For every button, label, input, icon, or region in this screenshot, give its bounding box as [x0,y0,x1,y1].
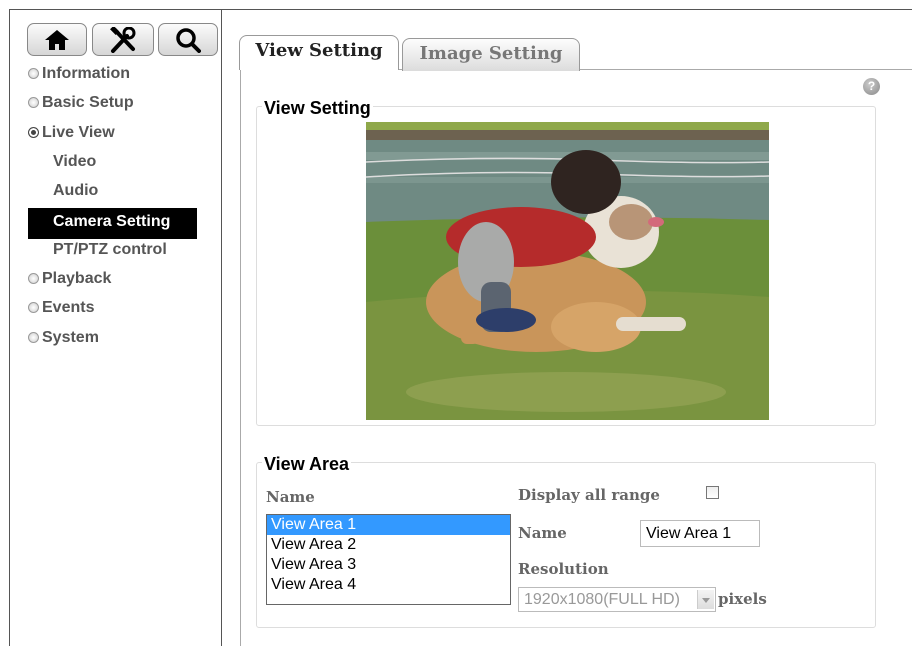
view-area-legend: View Area [262,454,352,474]
view-area-option[interactable]: View Area 3 [267,555,510,575]
chevron-down-icon [697,590,714,609]
sidebar-item-system[interactable]: System [28,326,213,355]
sidebar-divider [221,9,222,646]
sidebar-item-label: Audio [53,182,99,200]
sidebar-item-live-view[interactable]: Live View [28,121,213,150]
view-area-option[interactable]: View Area 2 [267,535,510,555]
view-area-option[interactable]: View Area 1 [267,515,510,535]
search-icon [176,27,201,53]
tab-view-setting[interactable]: View Setting [239,35,399,70]
bullet-icon [28,302,39,314]
bullet-open-icon [28,126,39,138]
sidebar-item-camera-setting[interactable]: Camera Setting [28,208,213,240]
sidebar-item-information[interactable]: Information [28,62,213,91]
resolution-label: Resolution [518,560,609,578]
bullet-icon [28,331,39,343]
area-name-label: Name [518,524,567,542]
camera-preview-image[interactable] [366,122,769,420]
home-button[interactable] [27,23,87,56]
sidebar-item-label: Video [53,152,97,170]
display-all-range-checkbox[interactable] [706,486,719,499]
sidebar-item-events[interactable]: Events [28,296,213,325]
sidebar-item-video[interactable]: Video [28,150,213,179]
frame-top-border [9,9,912,10]
view-area-listbox[interactable]: View Area 1 View Area 2 View Area 3 View… [266,514,511,605]
resolution-value: 1920x1080(FULL HD) [524,591,680,608]
sidebar-item-playback[interactable]: Playback [28,267,213,296]
view-area-option[interactable]: View Area 4 [267,575,510,595]
sidebar-item-label: Live View [42,123,115,141]
bullet-icon [28,273,39,285]
help-icon[interactable]: ? [863,78,880,95]
sidebar-item-basic-setup[interactable]: Basic Setup [28,91,213,120]
camera-preview-picture [366,122,769,420]
search-button[interactable] [158,23,218,56]
display-all-range-label: Display all range [518,486,660,504]
resolution-unit: pixels [718,590,767,608]
sidebar-item-label: Events [42,299,95,317]
sidebar-item-audio[interactable]: Audio [28,179,213,208]
sidebar-item-label: Camera Setting [28,208,198,240]
view-setting-legend: View Setting [262,98,373,118]
sidebar-item-ptz-control[interactable]: PT/PTZ control [28,238,213,267]
sidebar-item-label: PT/PTZ control [53,240,167,258]
area-name-input[interactable]: View Area 1 [640,520,760,547]
sidebar-nav: Information Basic Setup Live View Video … [28,62,213,355]
home-icon [45,29,69,50]
frame-left-border [9,9,10,646]
bullet-icon [28,68,39,79]
bullet-icon [28,97,39,109]
tools-button[interactable] [92,23,154,56]
sidebar-item-label: Playback [42,270,112,288]
sidebar-item-label: Information [42,65,130,82]
resolution-select[interactable]: 1920x1080(FULL HD) [518,587,716,612]
sidebar-item-label: Basic Setup [42,94,134,112]
tools-icon [110,26,136,53]
tab-image-setting[interactable]: Image Setting [402,38,580,71]
sidebar-item-label: System [42,328,99,346]
name-column-header: Name [266,488,315,506]
